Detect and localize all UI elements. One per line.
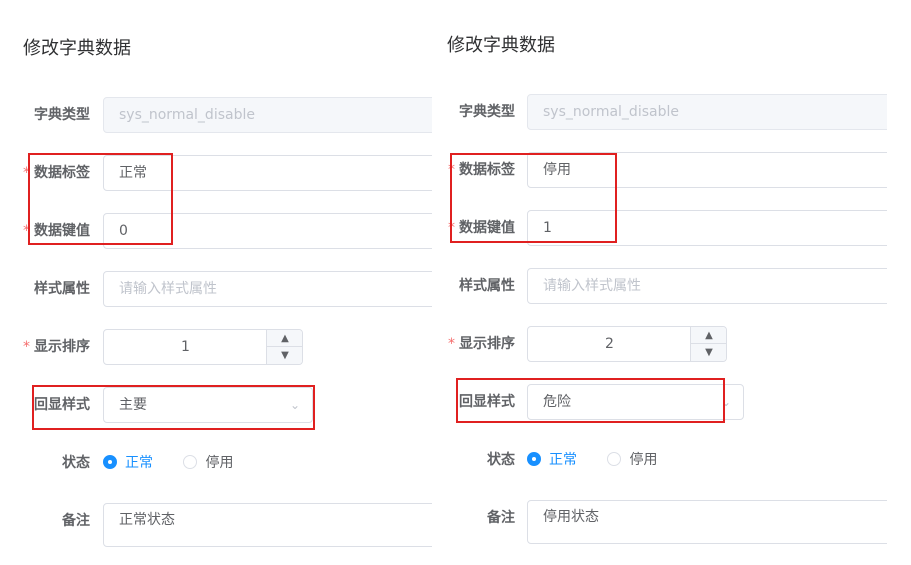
highlight-box [32, 385, 315, 430]
css-class-input[interactable]: 请输入样式属性 [103, 271, 432, 307]
sort-value[interactable]: 1 [104, 330, 267, 364]
edit-dict-data-panel-right: 修改字典数据 字典类型 sys_normal_disable * 数据标签 停用 … [432, 0, 887, 565]
label-css-class: 样式属性 [34, 281, 90, 297]
highlight-box [28, 153, 173, 245]
remark-textarea[interactable]: 正常状态 [103, 503, 432, 547]
label-status: 状态 [487, 452, 515, 468]
sort-value[interactable]: 2 [528, 327, 691, 361]
css-class-input[interactable]: 请输入样式属性 [527, 268, 887, 304]
required-mark: * [448, 336, 455, 352]
label-text: 显示排序 [34, 339, 90, 355]
css-class-placeholder: 请输入样式属性 [543, 278, 641, 294]
dict-type-field[interactable]: sys_normal_disable [103, 97, 432, 133]
css-class-placeholder: 请输入样式属性 [119, 281, 217, 297]
radio-unchecked-icon [183, 455, 198, 469]
increase-icon[interactable]: ▲ [691, 327, 727, 344]
radio-unchecked-icon [607, 452, 622, 466]
sort-stepper[interactable]: 2 ▲ ▼ [527, 326, 727, 362]
status-radio-disabled[interactable]: 停用 [607, 450, 657, 470]
increase-icon[interactable]: ▲ [267, 330, 303, 347]
status-radio-group: 正常 停用 [103, 453, 259, 473]
radio-checked-icon [527, 452, 541, 466]
highlight-box [456, 378, 725, 423]
remark-textarea[interactable]: 停用状态 [527, 500, 887, 544]
panel-title: 修改字典数据 [23, 38, 131, 59]
status-radio-normal[interactable]: 正常 [103, 453, 153, 473]
dict-type-field[interactable]: sys_normal_disable [527, 94, 887, 130]
status-radio-group: 正常 停用 [527, 450, 683, 470]
label-remark: 备注 [487, 510, 515, 526]
panel-title: 修改字典数据 [447, 35, 555, 56]
edit-dict-data-panel-left: 修改字典数据 字典类型 sys_normal_disable * 数据标签 正常 … [0, 0, 432, 565]
label-text: 显示排序 [459, 336, 515, 352]
label-dict-type: 字典类型 [34, 107, 90, 123]
sort-stepper[interactable]: 1 ▲ ▼ [103, 329, 303, 365]
status-radio-normal[interactable]: 正常 [527, 450, 577, 470]
radio-checked-icon [103, 455, 117, 469]
label-remark: 备注 [62, 513, 90, 529]
status-radio-disabled[interactable]: 停用 [183, 453, 233, 473]
label-css-class: 样式属性 [459, 278, 515, 294]
label-sort: * 显示排序 [0, 337, 90, 357]
label-status: 状态 [62, 455, 90, 471]
decrease-icon[interactable]: ▼ [267, 347, 303, 364]
required-mark: * [23, 339, 30, 355]
label-dict-type: 字典类型 [459, 104, 515, 120]
decrease-icon[interactable]: ▼ [691, 344, 727, 361]
label-sort: * 显示排序 [432, 334, 515, 354]
highlight-box [450, 153, 617, 243]
